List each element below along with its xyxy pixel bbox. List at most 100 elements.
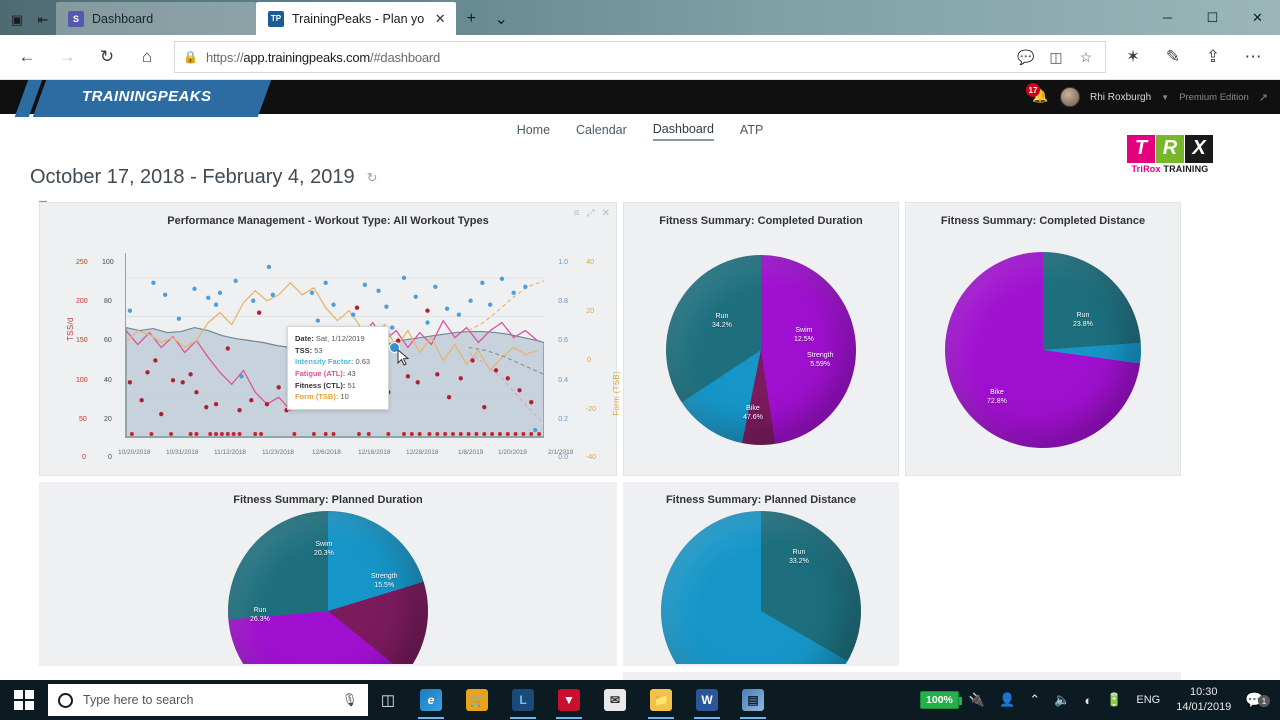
trainingpeaks-logo[interactable]: TRAININGPEAKS (0, 80, 273, 117)
notification-count-badge: 1 (1258, 695, 1270, 707)
brand-text: TriRox TRAINING (1131, 164, 1208, 174)
chevron-down-icon[interactable]: ⌄ (486, 3, 516, 35)
maximize-button[interactable]: ☐ (1190, 0, 1235, 35)
axis-tick: 0.8 (558, 298, 568, 305)
word-icon: W (696, 689, 718, 711)
pie-chart-planned-duration[interactable]: Swim 20.3% Strength 15.5% Run 26.3% (39, 506, 617, 664)
axis-tick: 20 (104, 416, 112, 423)
menu-icon[interactable]: ≡ (574, 208, 580, 219)
axis-tick: 0 (82, 454, 86, 461)
home-button[interactable]: ⌂ (128, 38, 166, 76)
microphone-icon[interactable]: 🎙 (342, 693, 358, 708)
edition-label: Premium Edition (1179, 91, 1249, 103)
expand-icon[interactable]: ⤢ (587, 208, 595, 219)
tooltip-ctl-row: Fitness (CTL): 51 (295, 380, 356, 390)
lightroom-icon: L (512, 689, 534, 711)
pie-chart-completed-distance[interactable]: Run 23.8% Bike 72.8% (906, 227, 1180, 473)
battery-icon[interactable]: 🔋 (1100, 692, 1128, 708)
pie-slice-label-run: Run 26.3% (250, 607, 270, 623)
taskbar-app-edge[interactable]: e (408, 680, 454, 720)
web-notes-icon[interactable]: ✎ (1154, 38, 1192, 76)
axis-tick: 20 (586, 308, 594, 315)
widget-completed-duration: Fitness Summary: Completed Duration Run 3… (623, 202, 899, 476)
new-tab-button[interactable]: + (456, 3, 486, 35)
volume-icon[interactable]: 🔈 (1048, 692, 1076, 708)
back-button[interactable]: ← (8, 38, 46, 76)
battery-percent-badge[interactable]: 100% (920, 691, 962, 709)
close-icon[interactable]: ✕ (602, 208, 610, 219)
favorite-star-icon[interactable]: ☆ (1075, 49, 1097, 66)
clock-date: 14/01/2019 (1176, 701, 1232, 713)
pie-body: Run 23.8% Bike 72.8% (945, 252, 1141, 448)
minimize-button[interactable]: ─ (1145, 0, 1190, 35)
nav-item-atp[interactable]: ATP (740, 123, 763, 140)
language-indicator[interactable]: ENG (1130, 694, 1166, 706)
share-icon[interactable]: ⇪ (1194, 38, 1232, 76)
taskbar-search-box[interactable]: Type here to search 🎙 (48, 684, 368, 716)
task-view-icon[interactable]: ◫ (368, 680, 408, 720)
browser-action-icons: ✶ ✎ ⇪ ⋯ (1114, 38, 1272, 76)
page-content: TRAININGPEAKS 🔔 17 Rhi Roxburgh ▼ Premiu… (0, 80, 1280, 720)
people-icon[interactable]: 👤 (993, 692, 1021, 708)
address-bar[interactable]: 🔒 https://app.trainingpeaks.com/#dashboa… (174, 41, 1106, 73)
favorites-hub-icon[interactable]: ✶ (1114, 38, 1152, 76)
pmc-chart-body[interactable]: TSS/d Form (TSB) 250 200 150 100 50 0 10… (40, 231, 621, 466)
avatar[interactable] (1060, 87, 1080, 107)
refresh-button[interactable]: ↻ (88, 38, 126, 76)
pie-chart-completed-duration[interactable]: Run 34.2% Swim 12.5% Strength 5.59% Bike 47.… (624, 227, 898, 473)
shield-icon: ▼ (558, 689, 580, 711)
forward-button[interactable]: → (48, 38, 86, 76)
pie-slice-label-bike: Bike 47.6% (743, 405, 763, 421)
taskbar-app-lightroom[interactable]: L (500, 680, 546, 720)
reading-view-icon[interactable]: ◫ (1045, 49, 1067, 66)
set-aside-tabs-icon[interactable]: ⇤ (30, 5, 56, 35)
browser-tab-trainingpeaks[interactable]: TP TrainingPeaks - Plan yo ✕ (256, 2, 457, 35)
browser-nav-bar: ← → ↻ ⌂ 🔒 https://app.trainingpeaks.com/… (0, 35, 1280, 80)
taskbar-app-word[interactable]: W (684, 680, 730, 720)
action-center-button[interactable]: 💬 1 (1241, 691, 1274, 709)
taskbar-app-shield[interactable]: ▼ (546, 680, 592, 720)
pie-chart-planned-distance[interactable]: Run 33.2% (623, 506, 899, 664)
taskbar-clock[interactable]: 10:30 14/01/2019 (1168, 685, 1239, 715)
fullscreen-icon[interactable]: ↗ (1259, 91, 1268, 104)
axis-tick: 0 (108, 454, 112, 461)
x-axis-tick: 11/23/2018 (262, 449, 295, 456)
axis-tick: 200 (76, 298, 88, 305)
pie-body: Run 33.2% (661, 511, 861, 664)
comment-icon[interactable]: 💬 (1015, 49, 1037, 66)
pie-slice-label-strength: Strength 15.5% (371, 573, 398, 589)
x-axis-tick: 12/28/2018 (406, 449, 439, 456)
nav-item-home[interactable]: Home (517, 123, 550, 140)
notifications-button[interactable]: 🔔 17 (1026, 83, 1050, 108)
axis-tick: -20 (585, 406, 596, 413)
browser-tab-dashboard[interactable]: S Dashboard (56, 2, 256, 35)
taskbar-app-mail[interactable]: ✉ (592, 680, 638, 720)
close-window-button[interactable]: ✕ (1235, 0, 1280, 35)
chevron-down-icon[interactable]: ▼ (1161, 93, 1169, 102)
power-plug-icon[interactable]: 🔌 (963, 692, 991, 708)
chevron-up-icon[interactable]: ⌃ (1023, 692, 1046, 708)
start-button[interactable] (0, 680, 48, 720)
date-range-selector[interactable]: October 17, 2018 - February 4, 2019 ↻ (0, 148, 1280, 199)
pie-body: Run 34.2% Swim 12.5% Strength 5.59% Bike 47.… (666, 255, 856, 445)
nav-item-dashboard[interactable]: Dashboard (652, 122, 714, 141)
wifi-icon[interactable]: ◐ (1078, 693, 1098, 708)
user-name[interactable]: Rhi Roxburgh (1090, 92, 1151, 103)
tab-favicon-icon: S (68, 10, 84, 27)
taskbar-app-media[interactable]: ▤ (730, 680, 776, 720)
taskbar-app-store[interactable]: 🛒 (454, 680, 500, 720)
close-icon[interactable]: ✕ (432, 11, 448, 27)
pie-slice-label-bike: Bike 72.8% (987, 389, 1007, 405)
nav-item-calendar[interactable]: Calendar (576, 123, 627, 140)
logo-text: TRAININGPEAKS (82, 88, 212, 105)
edge-icon: e (420, 689, 442, 711)
x-axis-tick: 1/8/2019 (458, 449, 484, 456)
tsb-projection (468, 280, 545, 332)
window-system-icon[interactable]: ▣ (4, 5, 30, 35)
brand-marks: T R X (1127, 134, 1213, 163)
settings-more-icon[interactable]: ⋯ (1234, 38, 1272, 76)
refresh-icon[interactable]: ↻ (367, 170, 378, 186)
folder-icon: 📁 (650, 689, 672, 711)
taskbar-app-explorer[interactable]: 📁 (638, 680, 684, 720)
axis-tick: 250 (76, 259, 88, 266)
